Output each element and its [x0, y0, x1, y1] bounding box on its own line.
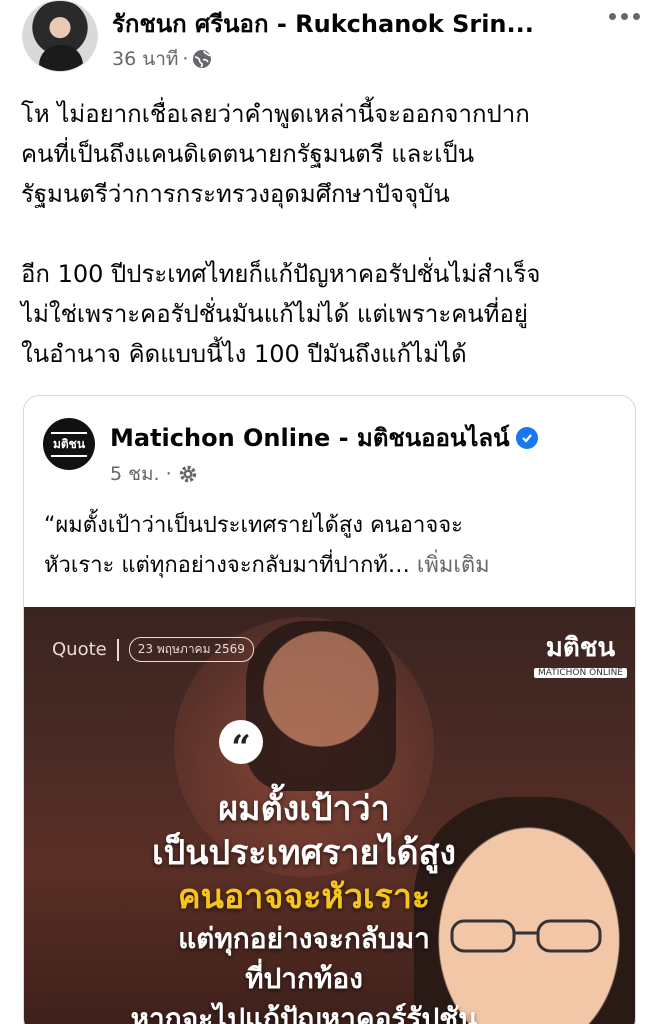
- post-line: ในอำนาจ คิดแบบนี้ไง 100 ปีมันถึงแก้ไม่ได…: [21, 340, 467, 368]
- shared-text-line: “ผมตั้งเป้าว่าเป็นประเทศรายได้สูง คนอาจจ…: [44, 513, 463, 538]
- post-body: โห ไม่อยากเชื่อเลยว่าคำพูดเหล่านี้จะออกจ…: [21, 94, 641, 374]
- shared-text-line: หัวเราะ แต่ทุกอย่างจะกลับมาที่ปากท้… เพิ…: [44, 553, 490, 578]
- meta-separator: ·: [165, 463, 172, 485]
- page-name[interactable]: Matichon Online - มติชนออนไลน์: [110, 418, 538, 457]
- shared-post-card[interactable]: มติชน Matichon Online - มติชนออนไลน์ 5 ช…: [23, 395, 636, 1024]
- shared-timestamp[interactable]: 5 ชม.: [110, 459, 160, 489]
- post-line: รัฐมนตรีว่าการกระทรวงอุดมศึกษาปัจจุบัน: [21, 180, 450, 208]
- author-name[interactable]: รักชนก ศรีนอก - Rukchanok Srin...: [112, 4, 534, 43]
- shared-meta: 5 ชม. ·: [110, 459, 198, 489]
- more-options-icon[interactable]: [606, 2, 642, 30]
- post-line: คนที่เป็นถึงแคนดิเดตนายกรัฐมนตรี และเป็น: [21, 140, 475, 168]
- quote-mark-icon: “: [219, 720, 263, 765]
- speaker-photo: [246, 621, 396, 791]
- post-timestamp[interactable]: 36 นาที: [112, 44, 178, 74]
- date-pill: 23 พฤษภาคม 2569: [128, 637, 254, 662]
- see-more-link[interactable]: เพิ่มเติม: [417, 553, 490, 578]
- meta-separator: ·: [182, 48, 189, 70]
- globe-icon[interactable]: [192, 49, 213, 69]
- page-logo[interactable]: มติชน: [43, 418, 95, 470]
- avatar[interactable]: [22, 0, 98, 72]
- brand-logo: มติชน MATICHON ONLINE: [533, 627, 627, 678]
- shared-text: “ผมตั้งเป้าว่าเป็นประเทศรายได้สูง คนอาจจ…: [44, 506, 624, 586]
- post-meta: 36 นาที ·: [112, 44, 213, 74]
- gear-icon[interactable]: [178, 464, 198, 484]
- quote-label: Quote 23 พฤษภาคม 2569: [52, 637, 254, 662]
- post-line: ไม่ใช่เพราะคอรัปชั่นมันแก้ไม่ได้ แต่เพรา…: [21, 300, 528, 328]
- image-headline: ผมตั้งเป้าว่า เป็นประเทศรายได้สูง คนอาจจ…: [130, 789, 478, 1024]
- post-header: รักชนก ศรีนอก - Rukchanok Srin... 36 นาท…: [18, 0, 648, 76]
- post-line: โห ไม่อยากเชื่อเลยว่าคำพูดเหล่านี้จะออกจ…: [21, 100, 530, 128]
- post-line: อีก 100 ปีประเทศไทยก็แก้ปัญหาคอรัปชั่นไม…: [21, 260, 541, 288]
- page-name-text[interactable]: Matichon Online - มติชนออนไลน์: [110, 418, 510, 457]
- verified-badge-icon: [515, 426, 538, 449]
- shared-image[interactable]: Quote 23 พฤษภาคม 2569 มติชน MATICHON ONL…: [24, 607, 635, 1024]
